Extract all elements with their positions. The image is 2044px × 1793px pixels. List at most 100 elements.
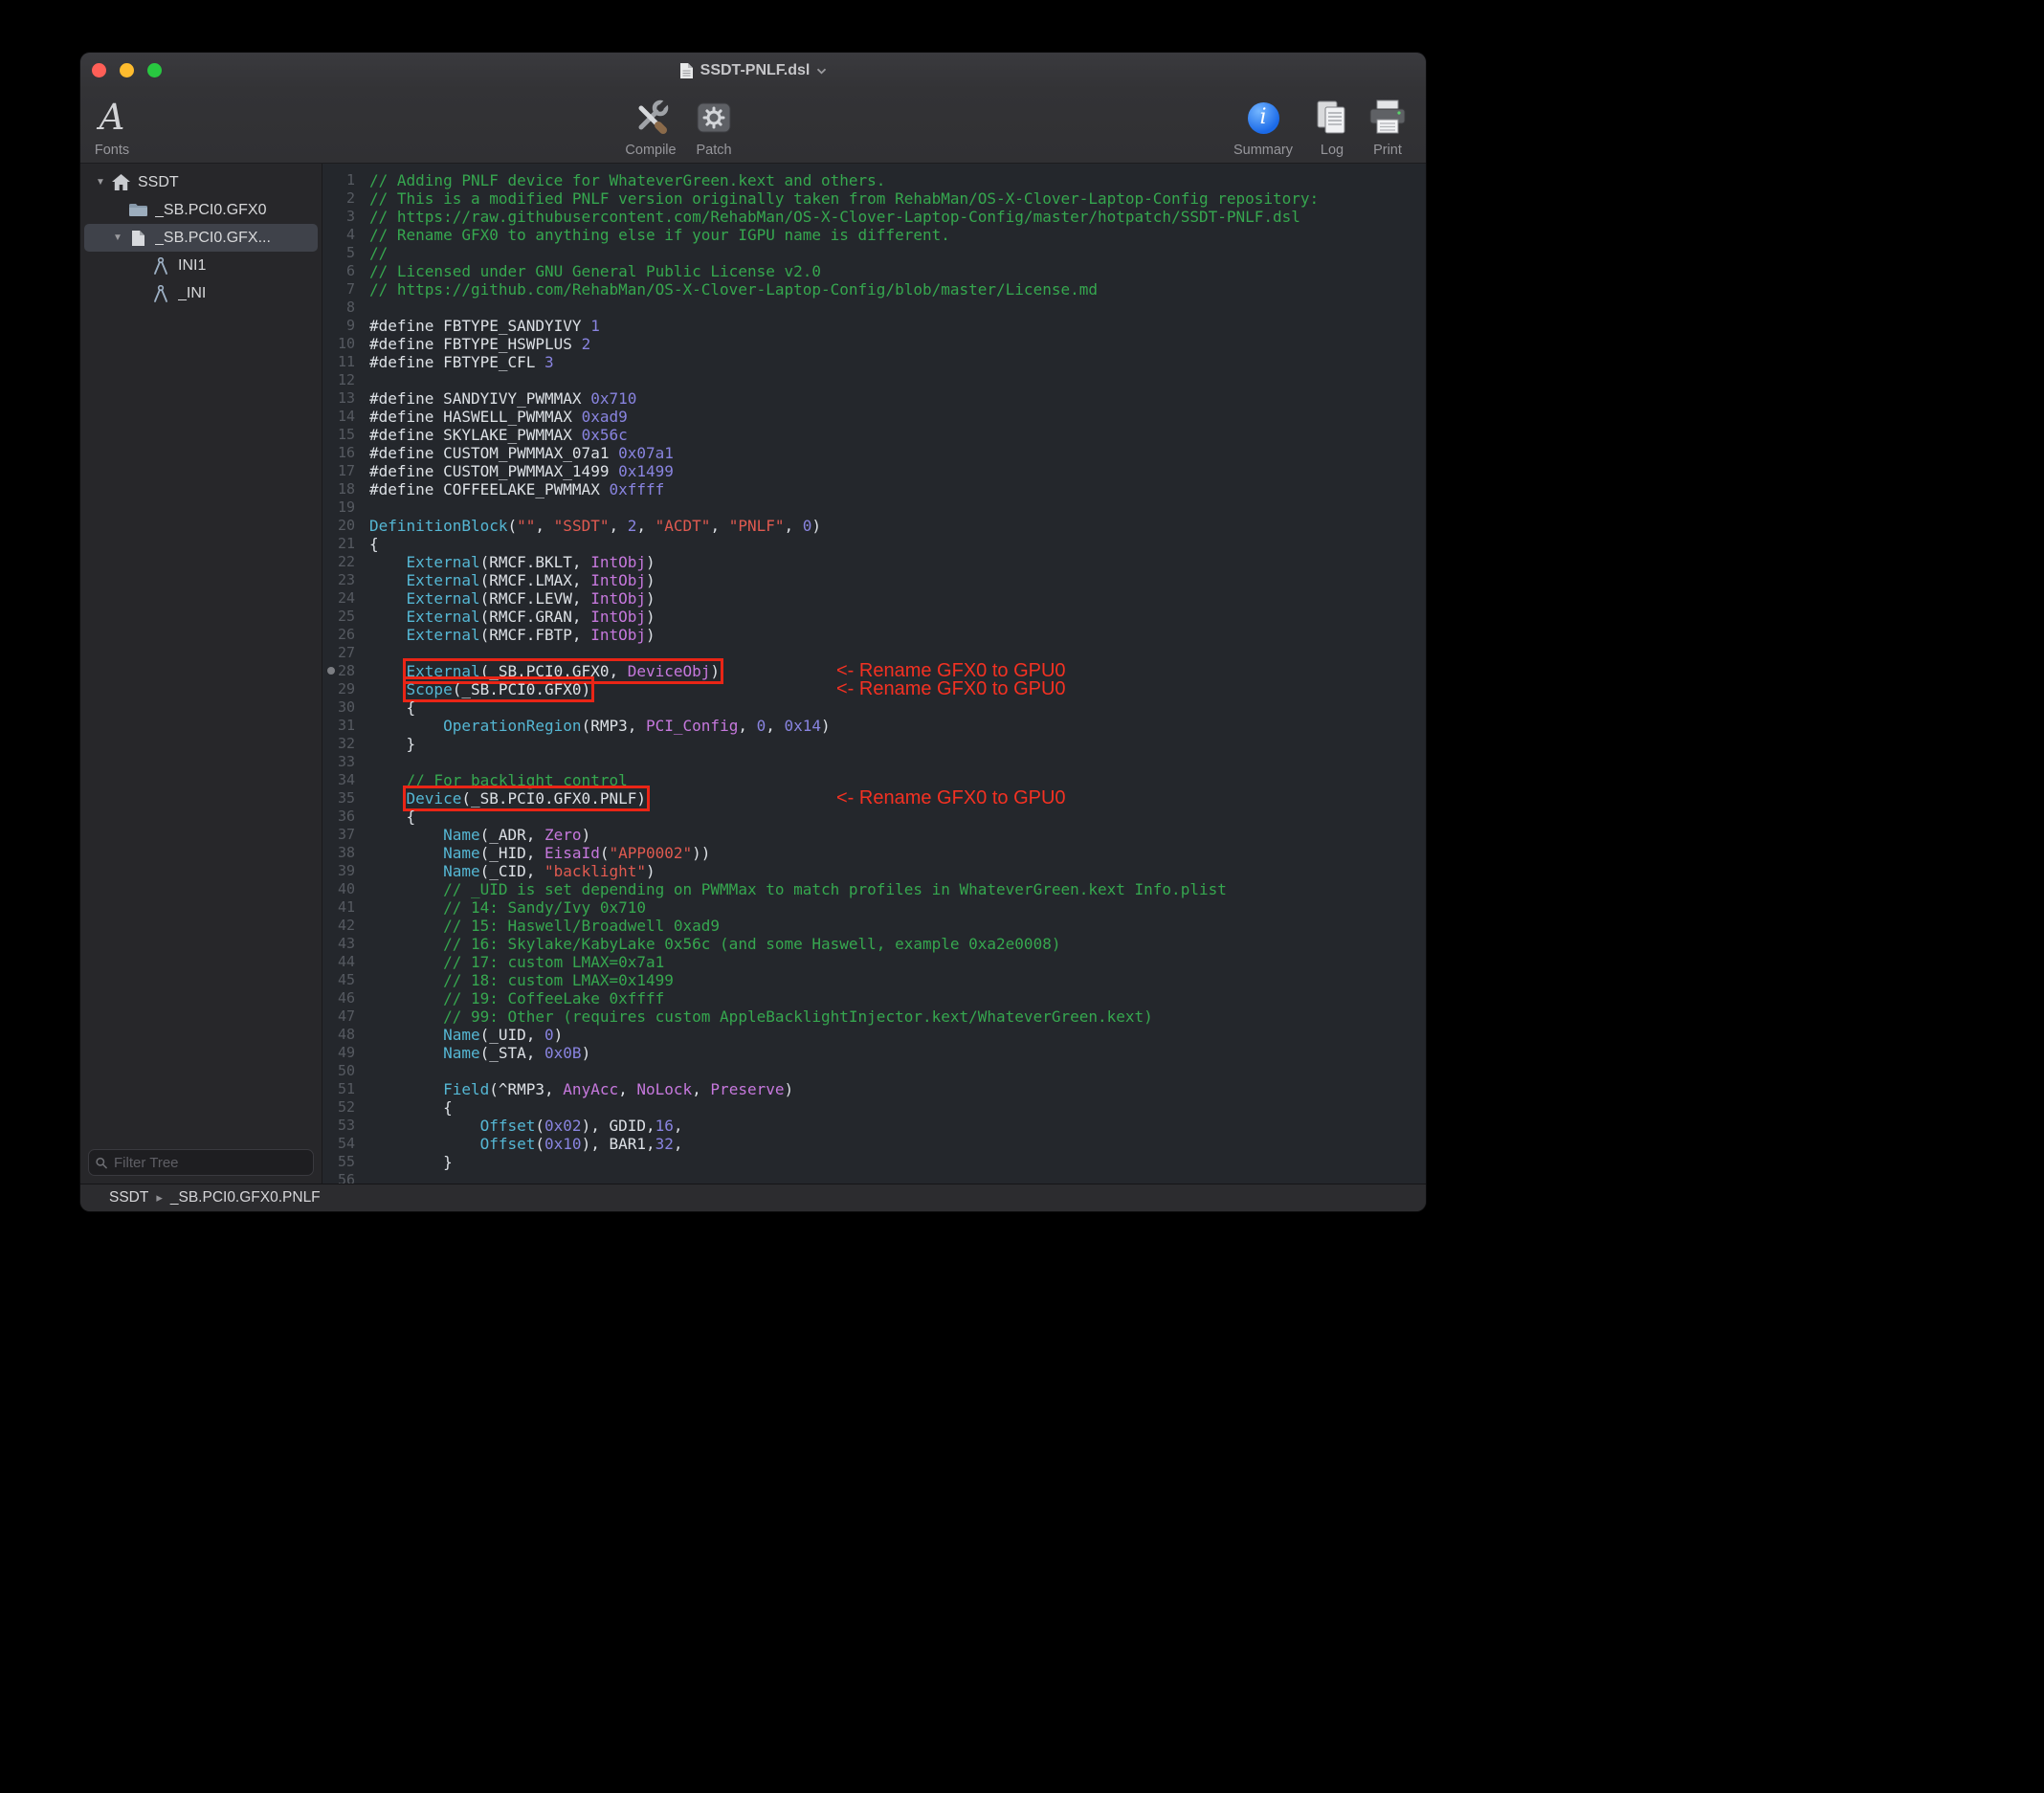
code-line: 31 OperationRegion(RMP3, PCI_Config, 0, … (322, 717, 1426, 735)
minimize-button[interactable] (120, 63, 134, 77)
code-line: 18#define COFFEELAKE_PWMMAX 0xffff (322, 480, 1426, 498)
code-line: 23 External(RMCF.LMAX, IntObj) (322, 571, 1426, 589)
line-number: 16 (322, 444, 355, 462)
summary-label: Summary (1233, 143, 1293, 158)
log-documents-icon (1314, 95, 1350, 141)
code-line: 8 (322, 299, 1426, 317)
print-label: Print (1373, 143, 1402, 158)
zoom-button[interactable] (147, 63, 162, 77)
code-line: 36 { (322, 808, 1426, 826)
code-line: 9#define FBTYPE_SANDYIVY 1 (322, 317, 1426, 335)
code-line: 50 (322, 1062, 1426, 1080)
code-line: 49 Name(_STA, 0x0B) (322, 1044, 1426, 1062)
window-controls (92, 63, 162, 77)
code-line: 35 Device(_SB.PCI0.GFX0.PNLF)<- Rename G… (322, 789, 1426, 808)
line-number: 34 (322, 771, 355, 789)
line-number: 29 (322, 680, 355, 698)
tree-item-label: _SB.PCI0.GFX0 (155, 202, 267, 219)
line-number: 56 (322, 1171, 355, 1184)
code-line: 12 (322, 371, 1426, 389)
line-number: 4 (322, 226, 355, 244)
code-line: 40 // _UID is set depending on PWMMax to… (322, 880, 1426, 898)
rename-annotation: <- Rename GFX0 to GPU0 (836, 678, 1066, 699)
code-line: 53 Offset(0x02), GDID,16, (322, 1117, 1426, 1135)
sidebar-item-ini1[interactable]: INI1 (84, 252, 318, 279)
code-line: 46 // 19: CoffeeLake 0xffff (322, 989, 1426, 1007)
tree-item-label: _SB.PCI0.GFX... (155, 230, 271, 247)
compile-button[interactable]: Compile (614, 91, 687, 158)
line-number: 54 (322, 1135, 355, 1153)
disclosure-triangle-icon[interactable]: ▼ (92, 177, 109, 188)
code-editor[interactable]: 1// Adding PNLF device for WhateverGreen… (322, 164, 1426, 1184)
code-line: 29 Scope(_SB.PCI0.GFX0)<- Rename GFX0 to… (322, 680, 1426, 698)
filter-tree-field[interactable] (88, 1149, 314, 1176)
print-button[interactable]: Print (1351, 91, 1424, 158)
line-number: 42 (322, 917, 355, 935)
disclosure-triangle-icon[interactable]: ▼ (109, 232, 126, 243)
main-content: ▼ SSDT _SB.PCI0.GFX0 (80, 164, 1426, 1184)
line-number: 27 (322, 644, 355, 662)
sidebar-item-sb-pci0-gfx0[interactable]: _SB.PCI0.GFX0 (84, 196, 318, 224)
breadcrumb-path[interactable]: _SB.PCI0.GFX0.PNLF (170, 1189, 321, 1206)
tree-item-label: SSDT (138, 174, 179, 191)
title-chevron-down-icon[interactable] (816, 68, 827, 75)
code-line: 17#define CUSTOM_PWMMAX_1499 0x1499 (322, 462, 1426, 480)
line-number: 55 (322, 1153, 355, 1171)
line-number: 33 (322, 753, 355, 771)
title-group: SSDT-PNLF.dsl (679, 62, 828, 79)
line-number: 6 (322, 262, 355, 280)
line-number: 26 (322, 626, 355, 644)
log-label: Log (1321, 143, 1344, 158)
code-line: 42 // 15: Haswell/Broadwell 0xad9 (322, 917, 1426, 935)
patch-label: Patch (696, 143, 731, 158)
breadcrumb-root[interactable]: SSDT (109, 1189, 148, 1206)
code-line: 10#define FBTYPE_HSWPLUS 2 (322, 335, 1426, 353)
line-number: 43 (322, 935, 355, 953)
fonts-button[interactable]: A Fonts (80, 91, 144, 158)
code-line: 47 // 99: Other (requires custom AppleBa… (322, 1007, 1426, 1026)
line-number: 20 (322, 517, 355, 535)
code-line: 48 Name(_UID, 0) (322, 1026, 1426, 1044)
info-icon: i (1248, 95, 1279, 141)
line-number: 36 (322, 808, 355, 826)
sidebar-item-ssdt[interactable]: ▼ SSDT (84, 168, 318, 196)
code-line: 38 Name(_HID, EisaId("APP0002")) (322, 844, 1426, 862)
method-icon (149, 285, 172, 302)
code-line: 33 (322, 753, 1426, 771)
line-number: 22 (322, 553, 355, 571)
line-number: 35 (322, 789, 355, 808)
sidebar-item-ini[interactable]: _INI (84, 279, 318, 307)
line-number: 40 (322, 880, 355, 898)
summary-button[interactable]: i Summary (1227, 91, 1300, 158)
line-number: 37 (322, 826, 355, 844)
code-line: 54 Offset(0x10), BAR1,32, (322, 1135, 1426, 1153)
line-number: 1 (322, 171, 355, 189)
code-line: 39 Name(_CID, "backlight") (322, 862, 1426, 880)
filter-tree-input[interactable] (112, 1154, 306, 1172)
line-number: 49 (322, 1044, 355, 1062)
code-line: 1// Adding PNLF device for WhateverGreen… (322, 171, 1426, 189)
line-number: 41 (322, 898, 355, 917)
line-number: 10 (322, 335, 355, 353)
patch-button[interactable]: Patch (678, 91, 750, 158)
fonts-icon: A (100, 95, 125, 141)
code-line: 24 External(RMCF.LEVW, IntObj) (322, 589, 1426, 608)
line-number: 21 (322, 535, 355, 553)
close-button[interactable] (92, 63, 106, 77)
sidebar: ▼ SSDT _SB.PCI0.GFX0 (80, 164, 322, 1184)
line-number: 19 (322, 498, 355, 517)
code-line: 3// https://raw.githubusercontent.com/Re… (322, 208, 1426, 226)
line-number: 8 (322, 299, 355, 317)
line-number: 14 (322, 408, 355, 426)
code-line: 6// Licensed under GNU General Public Li… (322, 262, 1426, 280)
code-line: 52 { (322, 1098, 1426, 1117)
search-icon (96, 1157, 107, 1169)
code-line: 21{ (322, 535, 1426, 553)
sidebar-item-sb-pci0-gfx0-pnlf[interactable]: ▼ _SB.PCI0.GFX... (84, 224, 318, 252)
line-number: 12 (322, 371, 355, 389)
code-area: 1// Adding PNLF device for WhateverGreen… (322, 164, 1426, 1184)
code-line: 45 // 18: custom LMAX=0x1499 (322, 971, 1426, 989)
gutter-marker-dot (327, 667, 335, 675)
code-line: 41 // 14: Sandy/Ivy 0x710 (322, 898, 1426, 917)
line-number: 25 (322, 608, 355, 626)
